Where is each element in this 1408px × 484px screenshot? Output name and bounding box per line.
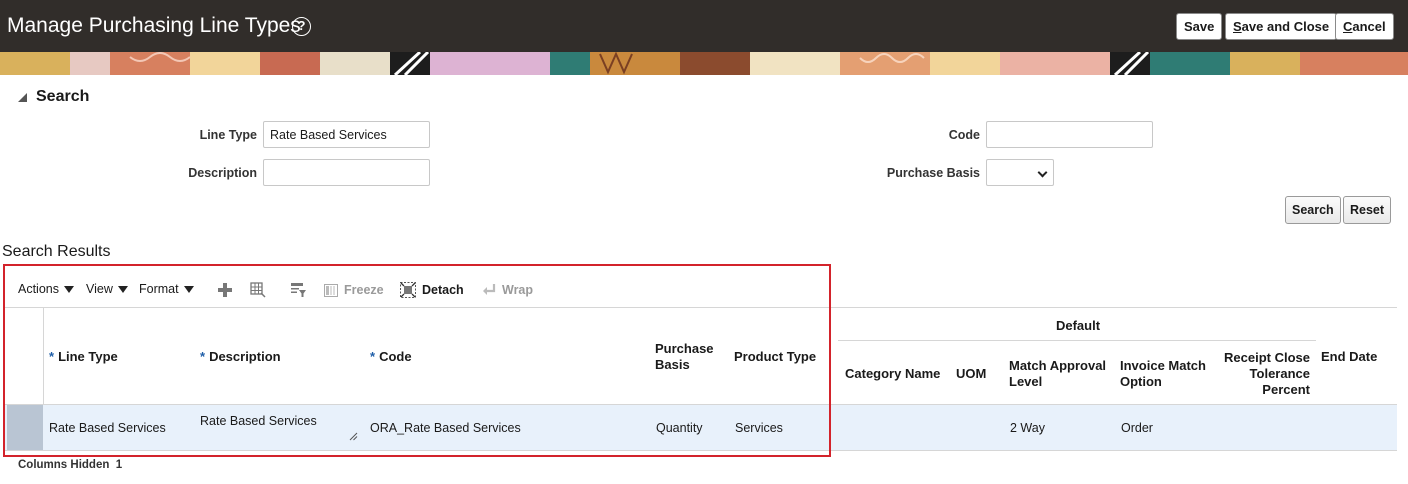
column-header-uom[interactable]: UOM bbox=[956, 366, 986, 382]
search-results-title: Search Results bbox=[2, 243, 111, 260]
cancel-button[interactable]: Cancel bbox=[1335, 13, 1394, 40]
group-header-divider bbox=[838, 340, 1316, 341]
columns-hidden-status: Columns Hidden 1 bbox=[18, 459, 123, 471]
line-type-input[interactable] bbox=[263, 121, 430, 148]
save-button[interactable]: Save bbox=[1176, 13, 1223, 40]
column-header-receipt-close-tolerance[interactable]: Receipt Close Tolerance Percent bbox=[1210, 350, 1310, 398]
highlight-frame bbox=[3, 264, 831, 457]
search-section-heading: Search bbox=[36, 88, 90, 105]
page-title: Manage Purchasing Line Types bbox=[7, 14, 301, 37]
code-label: Code bbox=[948, 128, 980, 142]
help-icon[interactable]: ? bbox=[292, 17, 311, 36]
collapse-triangle-icon[interactable] bbox=[18, 93, 27, 102]
decorative-banner bbox=[0, 52, 1408, 75]
group-header-default: Default bbox=[1055, 318, 1101, 333]
reset-button[interactable]: Reset bbox=[1343, 196, 1392, 224]
cell-match-approval-level: 2 Way bbox=[1010, 421, 1045, 435]
description-input[interactable] bbox=[263, 159, 430, 186]
purchase-basis-select[interactable] bbox=[986, 159, 1054, 186]
chevron-down-icon bbox=[1037, 167, 1048, 178]
save-and-close-button[interactable]: Save and Close bbox=[1225, 13, 1338, 40]
column-header-category-name[interactable]: Category Name bbox=[845, 366, 940, 382]
description-label: Description bbox=[188, 166, 257, 180]
column-header-end-date[interactable]: End Date bbox=[1321, 349, 1377, 365]
cell-invoice-match-option: Order bbox=[1121, 421, 1153, 435]
code-input[interactable] bbox=[986, 121, 1153, 148]
column-header-match-approval-level[interactable]: Match Approval Level bbox=[1009, 358, 1106, 390]
page-header: Manage Purchasing Line Types ? Save Save… bbox=[0, 0, 1408, 52]
search-button[interactable]: Search bbox=[1285, 196, 1341, 224]
banner-pattern bbox=[0, 52, 1408, 75]
column-header-invoice-match-option[interactable]: Invoice Match Option bbox=[1120, 358, 1206, 390]
line-type-label: Line Type bbox=[199, 128, 257, 142]
purchase-basis-label: Purchase Basis bbox=[886, 166, 980, 180]
